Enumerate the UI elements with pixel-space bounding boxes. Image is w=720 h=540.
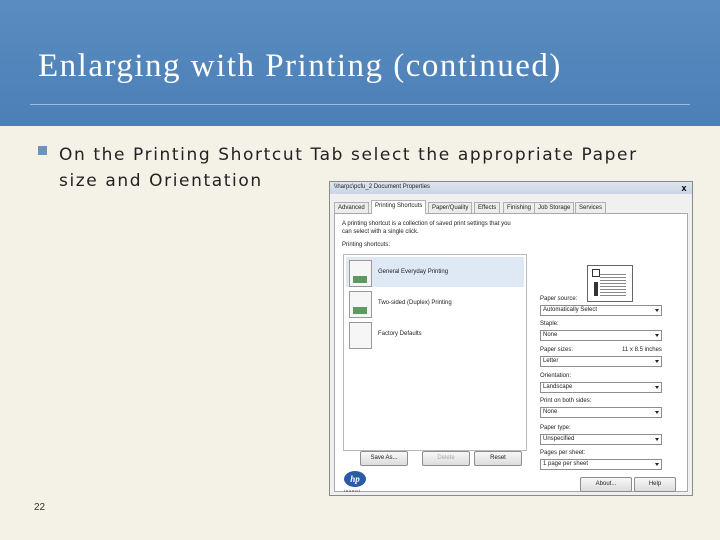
tab-printing-shortcuts[interactable]: Printing Shortcuts	[371, 200, 427, 214]
paper-source-label: Paper source:	[540, 296, 578, 302]
print-both-sides-label: Print on both sides:	[540, 398, 592, 404]
tab-job-storage[interactable]: Job Storage	[534, 202, 575, 213]
staple-label: Staple:	[540, 321, 559, 327]
list-item[interactable]: Two-sided (Duplex) Printing	[346, 288, 524, 318]
duplex-page-icon	[349, 291, 372, 318]
chevron-down-icon	[655, 334, 659, 337]
blank-page-icon	[349, 322, 372, 349]
title-divider	[30, 104, 690, 105]
orientation-select[interactable]: Landscape	[540, 382, 662, 393]
orientation-label: Orientation:	[540, 373, 572, 379]
staple-select[interactable]: None	[540, 330, 662, 341]
tab-paper-quality[interactable]: Paper/Quality	[428, 202, 473, 213]
tab-finishing[interactable]: Finishing	[503, 202, 536, 213]
printing-shortcuts-panel: A printing shortcut is a collection of s…	[334, 213, 688, 492]
tab-services[interactable]: Services	[575, 202, 607, 213]
page-preview	[587, 265, 633, 302]
landscape-page-icon	[349, 260, 372, 287]
page-number-badge-icon	[592, 269, 600, 277]
reset-button[interactable]: Reset	[474, 451, 522, 466]
pages-per-sheet-select[interactable]: 1 page per sheet	[540, 459, 662, 470]
shortcuts-list: General Everyday Printing Two-sided (Dup…	[343, 254, 527, 451]
slide-title: Enlarging with Printing (continued)	[38, 48, 562, 84]
chevron-down-icon	[655, 309, 659, 312]
bullet-square-icon	[38, 146, 47, 155]
shortcut-label: Factory Defaults	[378, 331, 422, 337]
shortcut-label: General Everyday Printing	[378, 269, 449, 275]
chevron-down-icon	[655, 386, 659, 389]
delete-button[interactable]: Delete	[422, 451, 470, 466]
shortcut-label: Two-sided (Duplex) Printing	[378, 300, 452, 306]
paper-type-label: Paper type:	[540, 425, 571, 431]
help-button[interactable]: Help	[634, 477, 676, 492]
document-properties-dialog: \\harpc\pcfu_2 Document Properties x Adv…	[329, 181, 693, 496]
chevron-down-icon	[655, 411, 659, 414]
paper-type-select[interactable]: Unspecified	[540, 434, 662, 445]
hp-logo-icon: hp	[344, 471, 366, 487]
paper-source-select[interactable]: Automatically Select	[540, 305, 662, 316]
paper-sizes-label: Paper sizes:	[540, 347, 574, 353]
save-as-button[interactable]: Save As...	[360, 451, 408, 466]
paper-size-select[interactable]: Letter	[540, 356, 662, 367]
hp-tagline: invent	[344, 488, 361, 493]
print-both-sides-select[interactable]: None	[540, 407, 662, 418]
title-bar: Enlarging with Printing (continued)	[0, 0, 720, 126]
pages-per-sheet-label: Pages per sheet:	[540, 450, 586, 456]
tab-advanced[interactable]: Advanced	[334, 202, 369, 213]
shortcut-description: A printing shortcut is a collection of s…	[342, 221, 511, 235]
list-item[interactable]: General Everyday Printing	[346, 257, 524, 287]
dialog-title: \\harpc\pcfu_2 Document Properties	[334, 184, 431, 190]
dialog-titlebar: \\harpc\pcfu_2 Document Properties x	[330, 182, 692, 194]
list-item[interactable]: Factory Defaults	[346, 319, 524, 349]
paper-dimensions: 11 x 8.5 inches	[622, 347, 662, 353]
tab-effects[interactable]: Effects	[474, 202, 501, 213]
shortcuts-label: Printing shortcuts:	[342, 242, 391, 248]
close-icon[interactable]: x	[679, 183, 689, 193]
chevron-down-icon	[655, 463, 659, 466]
chevron-down-icon	[655, 438, 659, 441]
chevron-down-icon	[655, 360, 659, 363]
about-button[interactable]: About...	[580, 477, 632, 492]
slide-number: 22	[34, 502, 46, 513]
